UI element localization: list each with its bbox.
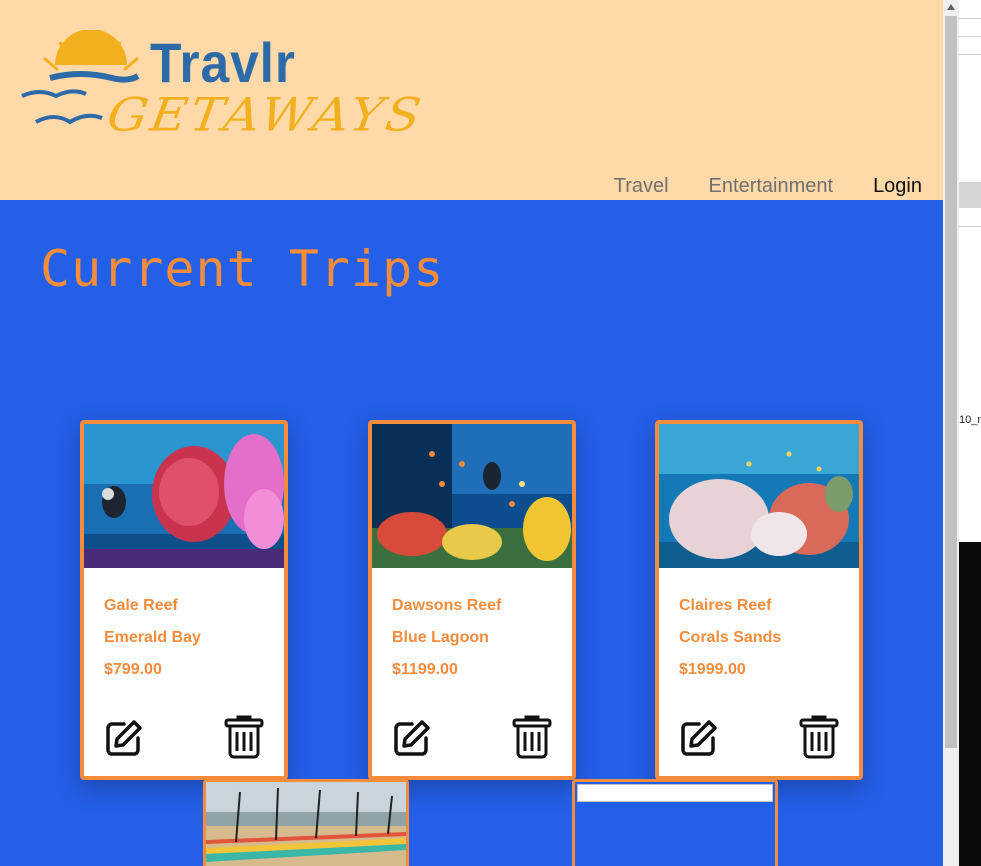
scroll-up-icon[interactable] <box>947 4 955 10</box>
nav-entertainment-link[interactable]: Entertainment <box>709 175 834 197</box>
reef-photo <box>84 424 284 568</box>
trip-name: Gale Reef <box>104 597 178 614</box>
background-window: 10_n <box>959 0 981 866</box>
trip-image <box>659 424 859 568</box>
main-nav: Travel Entertainment Login <box>614 175 922 197</box>
edit-icon[interactable] <box>104 718 144 758</box>
reef-photo <box>659 424 859 568</box>
trip-info: Claires Reef Corals Sands $1999.00 <box>659 568 859 686</box>
trip-price: $799.00 <box>104 661 162 678</box>
divider <box>959 54 981 55</box>
browser-viewport: Travlr GETAWAYS Travel Entertainment Log… <box>0 0 943 866</box>
edit-icon[interactable] <box>679 718 719 758</box>
trip-card: Dawsons Reef Blue Lagoon $1199.00 <box>368 420 576 780</box>
nav-travel-link[interactable]: Travel <box>614 175 669 197</box>
trip-name: Claires Reef <box>679 597 772 614</box>
edit-icon[interactable] <box>392 718 432 758</box>
logo-brand-text: Travlr <box>150 31 296 94</box>
travlr-logo[interactable]: Travlr GETAWAYS <box>20 30 427 155</box>
background-toolbar <box>959 182 981 208</box>
trip-name: Dawsons Reef <box>392 597 502 614</box>
divider <box>959 36 981 37</box>
page-title: Current Trips <box>40 240 445 298</box>
background-text: 10_n <box>959 414 981 426</box>
trip-resort: Corals Sands <box>679 629 782 646</box>
trip-image <box>84 424 284 568</box>
nav-login-link[interactable]: Login <box>873 175 922 197</box>
logo-tagline-text: GETAWAYS <box>103 88 428 142</box>
reef-photo <box>372 424 572 568</box>
trip-card <box>203 779 409 866</box>
trip-info: Dawsons Reef Blue Lagoon $1199.00 <box>372 568 572 686</box>
trash-icon[interactable] <box>224 715 264 759</box>
site-header: Travlr GETAWAYS Travel Entertainment Log… <box>0 0 943 200</box>
divider <box>959 18 981 19</box>
trip-resort: Emerald Bay <box>104 629 201 646</box>
trip-image <box>372 424 572 568</box>
background-dark-area <box>959 542 981 866</box>
trash-icon[interactable] <box>512 715 552 759</box>
trip-price: $1999.00 <box>679 661 746 678</box>
trip-price: $1199.00 <box>392 661 458 678</box>
divider <box>959 226 981 227</box>
kayaks-photo <box>206 782 406 866</box>
vertical-scrollbar[interactable] <box>943 0 959 866</box>
trip-card: Claires Reef Corals Sands $1999.00 <box>655 420 863 780</box>
trip-card <box>572 779 778 866</box>
trip-info: Gale Reef Emerald Bay $799.00 <box>84 568 284 686</box>
scrollbar-thumb[interactable] <box>945 16 957 748</box>
trip-resort: Blue Lagoon <box>392 629 489 646</box>
broken-image-icon <box>577 784 773 802</box>
trip-card: Gale Reef Emerald Bay $799.00 <box>80 420 288 780</box>
trash-icon[interactable] <box>799 715 839 759</box>
